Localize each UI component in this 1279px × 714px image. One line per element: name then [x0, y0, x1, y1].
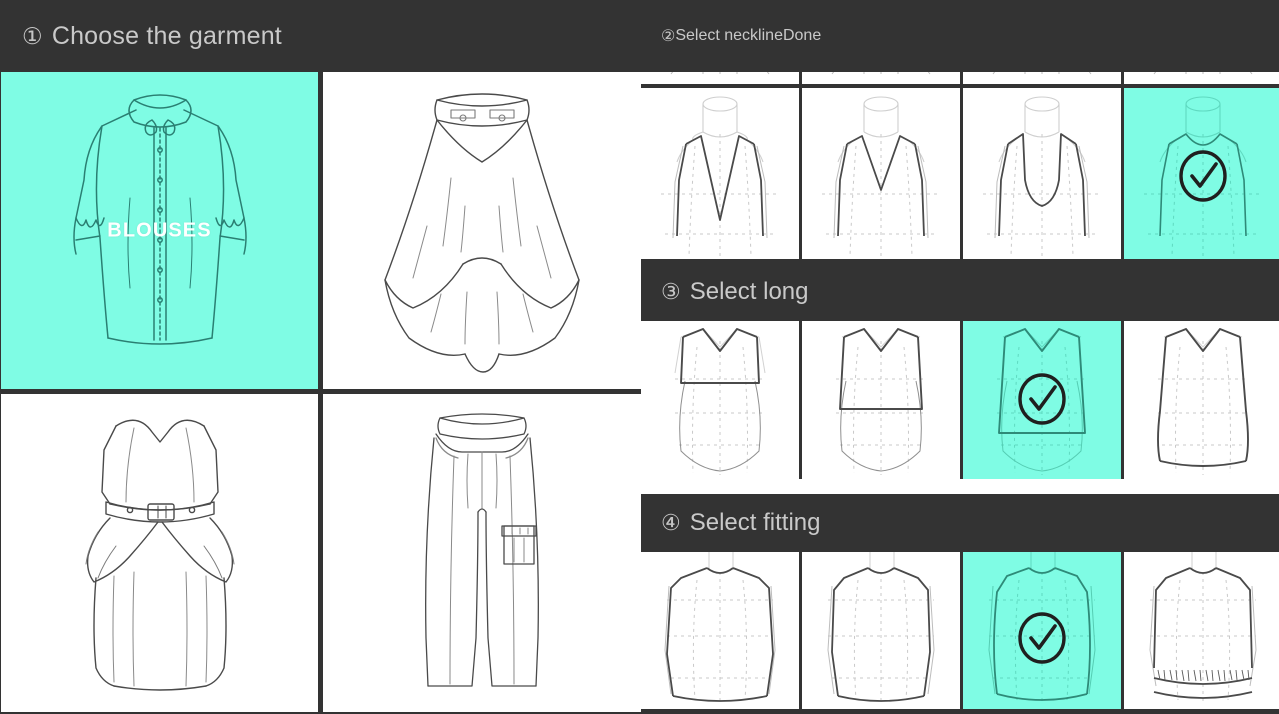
long-options-row[interactable]	[641, 321, 1279, 479]
option-tile-clipped[interactable]	[641, 72, 799, 84]
row-gap	[641, 479, 1279, 494]
deep-v-neckline-icon	[661, 96, 779, 257]
option-tile-long-4[interactable]	[1124, 321, 1279, 479]
option-tile-clipped[interactable]	[802, 72, 960, 84]
section-title-long: Select long	[689, 278, 809, 305]
garment-grid: BLOUSES	[0, 72, 641, 714]
neckline-options-row-clipped[interactable]	[641, 72, 1279, 84]
neckline-options-row[interactable]	[641, 88, 1279, 259]
short-length-icon	[836, 328, 926, 475]
option-tile-neckline-1[interactable]	[641, 88, 799, 259]
option-tile-long-3[interactable]	[963, 321, 1121, 479]
option-tile-neckline-2[interactable]	[802, 88, 960, 259]
option-tile-clipped[interactable]	[1124, 72, 1279, 84]
garment-tile-dresses[interactable]	[1, 394, 318, 712]
step-number-1-icon: ①	[22, 22, 43, 49]
option-tile-long-1[interactable]	[641, 321, 799, 479]
garment-cell	[321, 72, 642, 392]
option-tile-fitting-1[interactable]	[641, 552, 799, 709]
done-button[interactable]: Done	[783, 27, 821, 45]
section-title-neckline: Select neckline	[675, 27, 783, 44]
select-fitting-header: ④ Select fitting	[641, 494, 1279, 552]
option-tile-neckline-3[interactable]	[963, 88, 1121, 259]
cargo-pants-icon	[425, 413, 539, 687]
waist-length-icon	[997, 328, 1087, 475]
option-tile-clipped[interactable]	[963, 72, 1121, 84]
step-number-3-icon: ③	[661, 279, 681, 304]
select-neckline-header: ② Select neckline Done	[641, 0, 1279, 72]
step-number-2-icon: ②	[661, 28, 676, 45]
partial-torso-icon	[831, 72, 931, 75]
option-tile-fitting-4[interactable]	[1124, 552, 1279, 709]
garment-designer-app: ① Choose the garment BLOUSES ② Select ne…	[0, 0, 1279, 714]
crop-length-icon	[674, 328, 766, 475]
blouse-icon	[72, 94, 247, 345]
sweetheart-neckline-icon	[983, 96, 1101, 257]
left-panel: ① Choose the garment BLOUSES	[0, 0, 641, 714]
garment-cell	[0, 392, 321, 714]
option-tile-neckline-4[interactable]	[1124, 88, 1279, 259]
v-neckline-icon	[822, 96, 940, 257]
page-title: Choose the garment	[51, 21, 282, 50]
gathered-hem-fit-icon	[1149, 552, 1257, 702]
fitting-options-row[interactable]	[641, 552, 1279, 709]
garment-tile-blouses[interactable]: BLOUSES	[1, 72, 318, 389]
strapless-dress-icon	[85, 419, 234, 691]
garment-tile-pants[interactable]	[323, 394, 641, 712]
option-tile-long-2[interactable]	[802, 321, 960, 479]
choose-garment-header: ① Choose the garment	[0, 0, 641, 72]
step-number-4-icon: ④	[661, 510, 681, 535]
option-tile-fitting-2[interactable]	[802, 552, 960, 709]
select-long-header: ③ Select long	[641, 263, 1279, 321]
garment-cell: BLOUSES	[0, 72, 321, 392]
hip-length-icon	[1157, 328, 1249, 475]
round-neckline-icon	[1144, 96, 1262, 257]
garment-tile-skirts[interactable]	[323, 72, 641, 389]
section-title-fitting: Select fitting	[689, 509, 821, 536]
partial-torso-icon	[992, 72, 1092, 75]
partial-torso-icon	[1153, 72, 1253, 75]
semi-fit-icon	[827, 552, 935, 702]
high-low-skirt-icon	[383, 92, 580, 373]
straight-fit-icon	[664, 552, 776, 702]
option-tile-fitting-3[interactable]	[963, 552, 1121, 709]
right-panel: ② Select neckline Done ③ Select long ④ S…	[641, 0, 1279, 714]
garment-cell	[321, 392, 642, 714]
loose-fit-icon	[988, 552, 1096, 702]
partial-torso-icon	[670, 72, 770, 75]
